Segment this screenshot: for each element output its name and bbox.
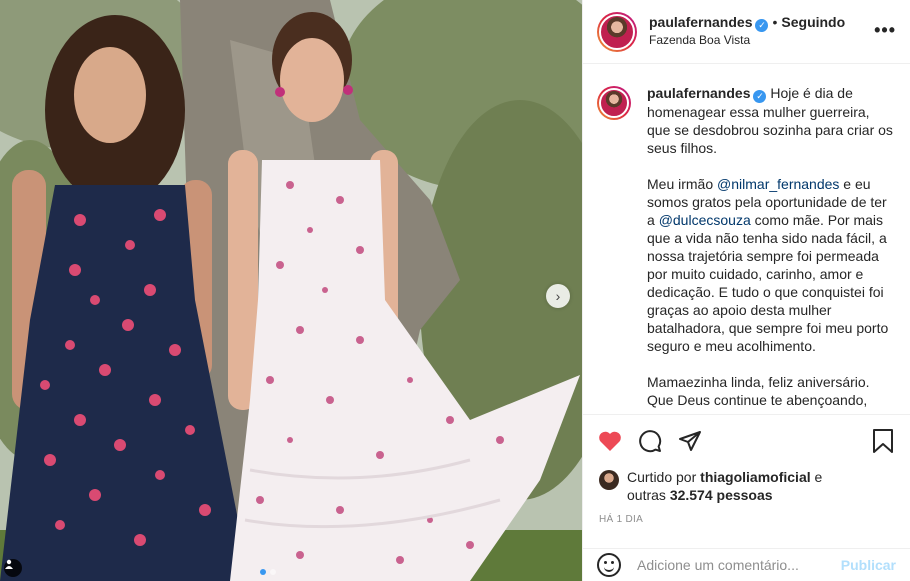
likes-prefix: Curtido por [627, 469, 701, 485]
comment-input[interactable] [637, 557, 841, 573]
more-options-icon[interactable]: ••• [874, 20, 896, 41]
caption-text-3a: Mamaezinha linda, feliz aniversário. [647, 374, 870, 390]
share-button[interactable] [677, 428, 703, 454]
post-timestamp[interactable]: HÁ 1 DIA [599, 514, 643, 525]
liker-avatar[interactable] [599, 470, 619, 490]
author-avatar[interactable] [597, 11, 637, 52]
verified-badge-icon: ✓ [753, 90, 767, 103]
user-tag-icon[interactable] [4, 559, 22, 577]
like-button[interactable] [597, 428, 623, 454]
follow-status-button[interactable]: Seguindo [781, 14, 845, 30]
bookmark-icon [873, 429, 893, 453]
comment-bar: Publicar [583, 548, 910, 581]
caption-text-2a: Meu irmão [647, 176, 718, 192]
separator: • [772, 14, 778, 30]
likes-mid: e [810, 469, 823, 485]
liker-username[interactable]: thiagoliamoficial [700, 469, 810, 485]
caption-text-3b: Que Deus continue te abençoando, com [647, 392, 868, 414]
likes-others-prefix: outras [627, 487, 670, 503]
carousel-next-button[interactable]: › [546, 284, 570, 308]
mention-link[interactable]: @dulcecsouza [659, 212, 751, 228]
emoji-icon[interactable] [597, 553, 621, 577]
photo-illustration [0, 0, 582, 581]
carousel-dot [260, 569, 266, 575]
likes-summary: Curtido por thiagoliamoficial e outras 3… [599, 468, 896, 504]
post-side-panel: paulafernandes ✓ • Seguindo Fazenda Boa Vis… [582, 0, 910, 581]
caption-avatar[interactable] [597, 86, 631, 120]
publish-button[interactable]: Publicar [841, 557, 896, 573]
share-icon [679, 430, 701, 451]
mention-link[interactable]: @nilmar_fernandes [717, 176, 839, 192]
post-location[interactable]: Fazenda Boa Vista [649, 32, 845, 49]
verified-badge-icon: ✓ [755, 19, 769, 32]
caption-body: paulafernandes ✓ Hoje é dia de homenagear… [647, 84, 895, 414]
carousel-dots [260, 569, 276, 575]
post-header: paulafernandes ✓ • Seguindo Fazenda Boa Vis… [583, 0, 910, 64]
chevron-right-icon: › [555, 288, 561, 304]
carousel-dot [270, 569, 276, 575]
comment-icon [639, 429, 662, 452]
heart-filled-icon [599, 431, 621, 451]
save-button[interactable] [872, 428, 896, 454]
caption-area: paulafernandes ✓ Hoje é dia de homenagear… [583, 72, 910, 414]
comment-button[interactable] [637, 428, 663, 454]
likes-count-link[interactable]: 32.574 pessoas [670, 487, 773, 503]
post-photo[interactable]: › [0, 0, 582, 581]
post-actions [583, 414, 910, 466]
author-username[interactable]: paulafernandes [649, 14, 752, 30]
caption-username[interactable]: paulafernandes [647, 85, 750, 101]
caption-text-2c: como mãe. Por mais que a vida não tenha … [647, 212, 889, 354]
